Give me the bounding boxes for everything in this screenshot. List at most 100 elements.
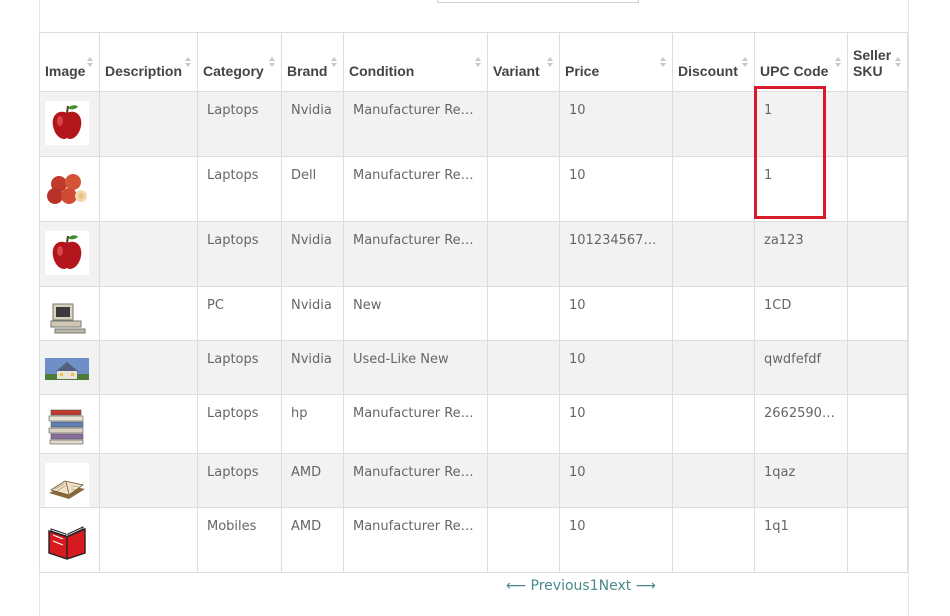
sort-icon[interactable] [835, 57, 841, 69]
condition-cell: Used-Like New [343, 340, 488, 395]
seller-sku-cell [847, 340, 908, 395]
arrow-right-icon: ⟶ [635, 578, 656, 594]
condition-cell: New [343, 286, 488, 341]
condition-cell: Manufacturer Ref… [343, 453, 488, 508]
category-cell: Laptops [197, 394, 282, 454]
red-book-icon [45, 517, 89, 561]
price-cell: 1012345678987 [559, 221, 673, 287]
category-cell: Laptops [197, 221, 282, 287]
brand-cell: Nvidia [281, 340, 344, 395]
condition-cell: Manufacturer Ref… [343, 156, 488, 222]
variant-cell [487, 453, 560, 508]
red-apple-icon [45, 101, 89, 145]
upc-code-cell: 1CD [754, 286, 848, 341]
sort-icon[interactable] [547, 57, 553, 69]
table-row[interactable]: PC Nvidia New 10 1CD [39, 286, 908, 341]
sort-icon[interactable] [331, 57, 337, 69]
brand-cell: Nvidia [281, 221, 344, 287]
condition-cell: Manufacturer Ref… [343, 507, 488, 573]
seller-sku-cell [847, 286, 908, 341]
arrow-left-icon: ⟵ [506, 578, 527, 594]
column-header-upc-code[interactable]: UPC Code [754, 32, 848, 92]
image-cell [39, 286, 100, 341]
table-row[interactable]: Laptops Nvidia Used-Like New 10 qwdfefdf [39, 340, 908, 395]
price-cell: 10 [559, 394, 673, 454]
seller-sku-cell [847, 453, 908, 508]
brand-cell: Dell [281, 156, 344, 222]
search-input[interactable] [437, 0, 639, 3]
next-link[interactable]: Next ⟶ [599, 578, 656, 594]
products-table: Image Description Category Brand Conditi… [39, 32, 908, 573]
description-cell [99, 156, 198, 222]
column-header-brand[interactable]: Brand [281, 32, 344, 92]
upc-code-cell: 1 [754, 156, 848, 222]
description-cell [99, 286, 198, 341]
sort-icon[interactable] [742, 57, 748, 69]
category-cell: Laptops [197, 340, 282, 395]
table-row[interactable]: Laptops Dell Manufacturer Ref… 10 1 [39, 156, 908, 222]
page-number[interactable]: 1 [590, 578, 599, 594]
column-header-condition[interactable]: Condition [343, 32, 488, 92]
discount-cell [672, 394, 755, 454]
discount-cell [672, 340, 755, 395]
sort-icon[interactable] [475, 57, 481, 69]
category-cell: Mobiles [197, 507, 282, 573]
column-header-image[interactable]: Image [39, 32, 100, 92]
variant-cell [487, 91, 560, 157]
brand-cell: hp [281, 394, 344, 454]
category-cell: Laptops [197, 156, 282, 222]
description-cell [99, 453, 198, 508]
apples-pile-icon [45, 166, 89, 210]
price-cell: 10 [559, 507, 673, 573]
brand-cell: Nvidia [281, 286, 344, 341]
sort-icon[interactable] [185, 57, 191, 69]
condition-cell: Manufacturer Ref… [343, 394, 488, 454]
variant-cell [487, 340, 560, 395]
seller-sku-cell [847, 507, 908, 573]
pagination: ⟵ Previous1Next ⟶ [506, 578, 656, 594]
column-header-discount[interactable]: Discount [672, 32, 755, 92]
house-icon [45, 350, 89, 394]
variant-cell [487, 507, 560, 573]
discount-cell [672, 286, 755, 341]
column-header-description[interactable]: Description [99, 32, 198, 92]
description-cell [99, 221, 198, 287]
upc-code-cell: 1q1 [754, 507, 848, 573]
sort-icon[interactable] [269, 57, 275, 69]
previous-link[interactable]: ⟵ Previous [506, 578, 590, 594]
condition-cell: Manufacturer Ref… [343, 221, 488, 287]
sort-icon[interactable] [660, 57, 666, 69]
image-cell [39, 394, 100, 454]
description-cell [99, 91, 198, 157]
description-cell [99, 394, 198, 454]
column-header-category[interactable]: Category [197, 32, 282, 92]
image-cell [39, 453, 100, 508]
sort-icon[interactable] [87, 57, 93, 69]
variant-cell [487, 286, 560, 341]
computer-icon [45, 296, 89, 340]
discount-cell [672, 507, 755, 573]
table-row[interactable]: Laptops hp Manufacturer Ref… 10 266259085 [39, 394, 908, 454]
table-row[interactable]: Laptops Nvidia Manufacturer Ref… 10 1 [39, 91, 908, 157]
table-row[interactable]: Mobiles AMD Manufacturer Ref… 10 1q1 [39, 507, 908, 573]
discount-cell [672, 453, 755, 508]
sort-icon[interactable] [895, 57, 901, 69]
variant-cell [487, 221, 560, 287]
table-row[interactable]: Laptops AMD Manufacturer Ref… 10 1qaz [39, 453, 908, 508]
seller-sku-cell [847, 91, 908, 157]
price-cell: 10 [559, 156, 673, 222]
discount-cell [672, 221, 755, 287]
column-header-variant[interactable]: Variant [487, 32, 560, 92]
image-cell [39, 340, 100, 395]
book-stack-icon [45, 404, 89, 448]
column-header-price[interactable]: Price [559, 32, 673, 92]
column-header-seller-sku[interactable]: Seller SKU [847, 32, 908, 92]
price-cell: 10 [559, 340, 673, 395]
description-cell [99, 507, 198, 573]
table-row[interactable]: Laptops Nvidia Manufacturer Ref… 1012345678… [39, 221, 908, 287]
upc-code-cell: qwdfefdf [754, 340, 848, 395]
upc-code-cell: za123 [754, 221, 848, 287]
price-cell: 10 [559, 91, 673, 157]
brand-cell: AMD [281, 507, 344, 573]
red-apple-icon [45, 231, 89, 275]
